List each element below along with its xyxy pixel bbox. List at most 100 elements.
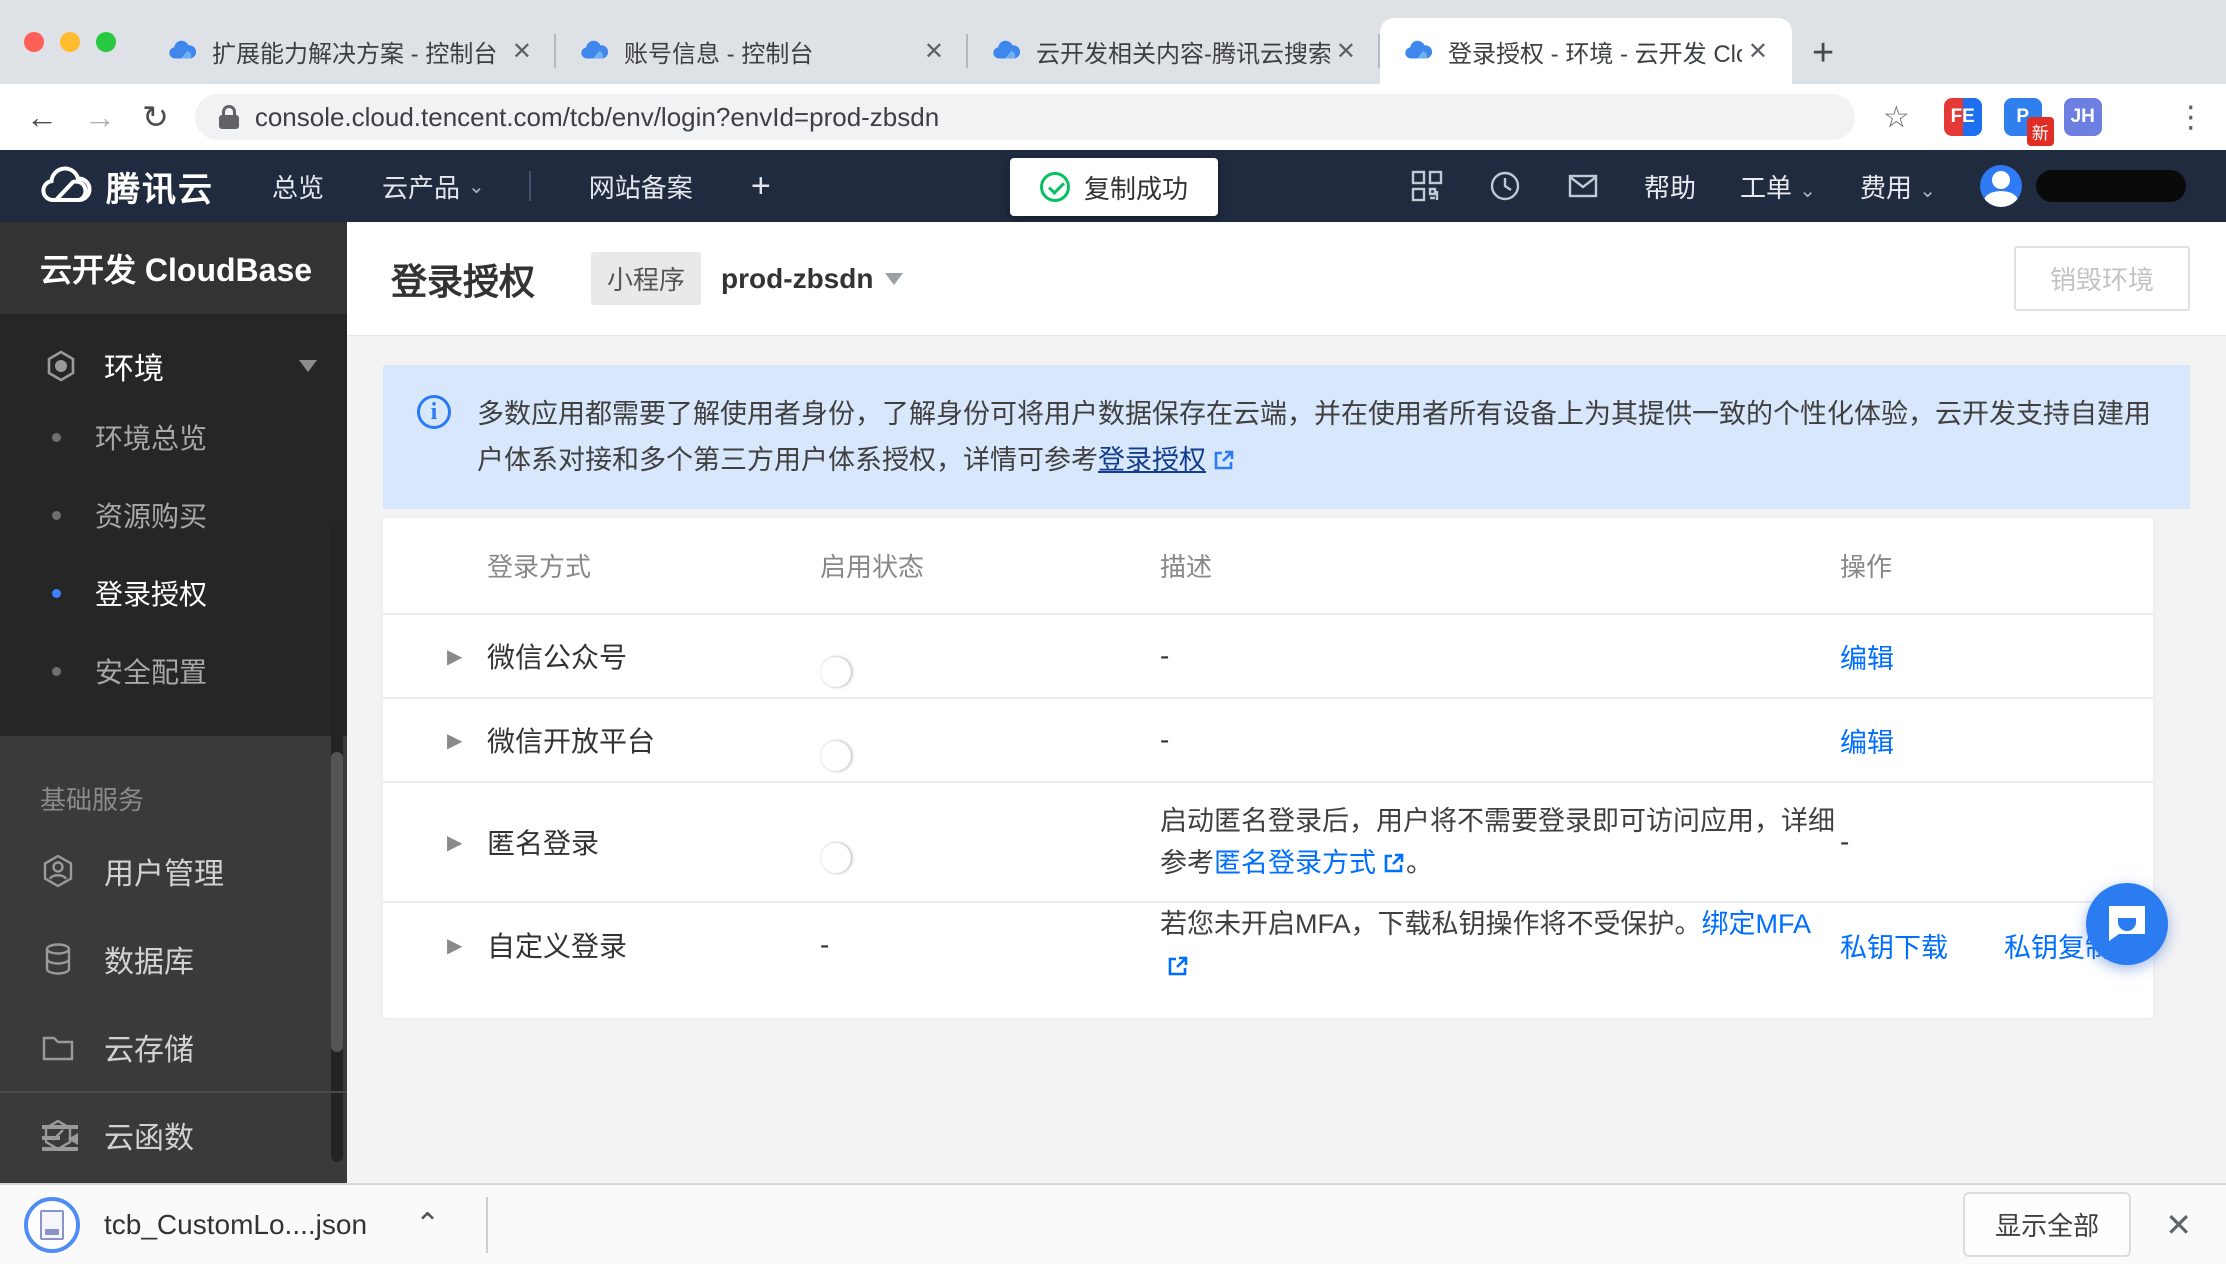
sidebar-item-env-overview[interactable]: 环境总览 — [0, 398, 347, 476]
browser-menu-icon[interactable]: ⋮ — [2176, 100, 2206, 135]
row-status-dash: - — [820, 929, 830, 960]
sidebar-product-title: 云开发 CloudBase — [0, 222, 347, 314]
tencent-cloud-favicon — [581, 40, 608, 59]
close-shelf-icon[interactable]: ✕ — [2165, 1206, 2192, 1244]
address-bar[interactable]: console.cloud.tencent.com/tcb/env/login?… — [194, 94, 1855, 140]
download-shelf: tcb_CustomLo....json ⌃ 显示全部 ✕ — [0, 1183, 2226, 1264]
row-action-dash: - — [1840, 826, 1850, 857]
user-icon — [43, 854, 73, 888]
banner-login-auth-link[interactable]: 登录授权 — [1098, 445, 1206, 475]
anonymous-login-doc-link[interactable]: 匿名登录方式 — [1214, 848, 1376, 878]
menu-products[interactable]: 云产品 ⌄ — [382, 168, 485, 205]
expand-row-icon[interactable]: ▶ — [447, 830, 487, 855]
menu-add-icon[interactable]: + — [751, 167, 771, 206]
sidebar-item-cloud-storage[interactable]: 云存储 — [0, 1003, 347, 1091]
extension-fe-icon[interactable]: FE — [1943, 98, 1982, 136]
menu-overview[interactable]: 总览 — [272, 168, 324, 205]
col-status: 启用状态 — [820, 552, 925, 582]
cloud-logo-icon — [41, 166, 92, 203]
sidebar-item-user-management[interactable]: 用户管理 — [0, 827, 347, 915]
row-description: 若您未开启MFA，下载私钥操作将不受保护。绑定MFA — [1160, 903, 1840, 987]
expand-row-icon[interactable]: ▶ — [447, 644, 487, 669]
browser-toolbar: ← → ↻ console.cloud.tencent.com/tcb/env/… — [0, 84, 2226, 150]
table-row-custom-login: ▶ 自定义登录 - 若您未开启MFA，下载私钥操作将不受保护。绑定MFA 私钥下… — [383, 901, 2153, 981]
login-method-name: 匿名登录 — [487, 828, 600, 859]
menu-icp[interactable]: 网站备案 — [589, 168, 693, 205]
nav-billing[interactable]: 费用 ⌄ — [1860, 168, 1936, 205]
reload-button[interactable]: ↻ — [142, 98, 169, 136]
tencent-cloud-logo[interactable]: 腾讯云 — [40, 162, 214, 211]
forward-button[interactable]: → — [84, 99, 116, 136]
col-description: 描述 — [1160, 552, 1213, 582]
database-icon — [45, 943, 71, 975]
bullet-dot — [52, 666, 61, 676]
clock-icon[interactable] — [1488, 169, 1522, 203]
tab-close-icon[interactable]: ✕ — [1330, 37, 1362, 66]
downloaded-filename: tcb_CustomLo....json — [104, 1208, 368, 1240]
chevron-down-icon — [885, 272, 904, 285]
folder-icon — [42, 1036, 74, 1061]
success-check-icon — [1039, 172, 1070, 202]
tencent-cloud-favicon — [1405, 40, 1432, 59]
extension-p-icon[interactable]: P新 — [2003, 98, 2054, 146]
account-avatar[interactable] — [1980, 165, 2022, 207]
tab-login-auth-active[interactable]: 登录授权 - 环境 - 云开发 CloudB ✕ — [1380, 18, 1792, 84]
tab-title: 云开发相关内容-腾讯云搜索 — [1036, 40, 1330, 68]
minimize-window-button[interactable] — [60, 32, 80, 52]
table-header-row: 登录方式 启用状态 描述 操作 — [383, 518, 2153, 613]
tab-list: 扩展能力解决方案 - 控制台 ✕ 账号信息 - 控制台 ✕ 云开发相关内容-腾讯… — [144, 0, 1792, 84]
mail-icon[interactable] — [1566, 169, 1600, 203]
tab-account-info[interactable]: 账号信息 - 控制台 ✕ — [556, 18, 968, 84]
info-icon: i — [417, 395, 451, 429]
sidebar-item-login-auth[interactable]: 登录授权 — [0, 554, 347, 632]
fullscreen-window-button[interactable] — [96, 32, 116, 52]
environment-group-panel: 环境 环境总览 资源购买 登录授权 安全配置 — [0, 314, 347, 736]
back-button[interactable]: ← — [26, 99, 58, 136]
bind-mfa-link[interactable]: 绑定MFA — [1702, 909, 1812, 939]
private-key-download-link[interactable]: 私钥下载 — [1840, 926, 1948, 965]
tab-extension-solution[interactable]: 扩展能力解决方案 - 控制台 ✕ — [144, 18, 556, 84]
sidebar-section-basic-services: 基础服务 — [40, 785, 145, 815]
edit-link[interactable]: 编辑 — [1840, 637, 1894, 676]
tab-close-icon[interactable]: ✕ — [506, 37, 538, 66]
nav-ticket[interactable]: 工单 ⌄ — [1740, 168, 1816, 205]
extension-jh-icon[interactable]: JH — [2063, 98, 2102, 136]
collapse-sidebar-icon[interactable] — [40, 1123, 80, 1153]
close-window-button[interactable] — [24, 32, 44, 52]
lock-icon[interactable] — [218, 105, 239, 129]
info-banner: i 多数应用都需要了解使用者身份，了解身份可将用户数据保存在云端，并在使用者所有… — [383, 365, 2190, 509]
console-top-nav: 腾讯云 总览 云产品 ⌄ 网站备案 + 复制成功 帮助 工单 ⌄ 费用 ⌄ — [0, 150, 2226, 222]
sidebar-group-environment[interactable]: 环境 — [0, 334, 347, 398]
tab-search-results[interactable]: 云开发相关内容-腾讯云搜索 ✕ — [968, 18, 1380, 84]
chevron-down-icon: ⌄ — [468, 175, 485, 198]
download-chevron-up-icon[interactable]: ⌃ — [415, 1207, 440, 1242]
login-method-name: 微信开放平台 — [487, 726, 656, 757]
sidebar-item-security-config[interactable]: 安全配置 — [0, 632, 347, 710]
col-actions: 操作 — [1840, 552, 1893, 582]
sidebar-item-resource-purchase[interactable]: 资源购买 — [0, 476, 347, 554]
row-description: - — [1160, 724, 1170, 755]
expand-row-icon[interactable]: ▶ — [447, 728, 487, 753]
destroy-env-button[interactable]: 销毁环境 — [2013, 246, 2190, 311]
new-tab-button[interactable]: + — [1812, 34, 1834, 72]
env-selector[interactable]: prod-zbsdn — [721, 263, 904, 295]
sidebar-footer — [0, 1091, 347, 1183]
sidebar-scrollbar[interactable] — [331, 522, 343, 1162]
macos-window-controls[interactable] — [0, 0, 144, 84]
table-row-wechat-official: ▶ 微信公众号 - 编辑 — [383, 613, 2153, 697]
row-description: - — [1160, 640, 1170, 671]
external-link-icon — [1168, 956, 1188, 976]
chevron-down-icon: ⌄ — [1799, 179, 1816, 202]
hexagon-env-icon — [47, 350, 75, 382]
expand-row-icon[interactable]: ▶ — [447, 933, 487, 958]
tab-close-icon[interactable]: ✕ — [918, 37, 950, 66]
bookmark-star-icon[interactable]: ☆ — [1883, 100, 1910, 135]
qrcode-icon[interactable] — [1410, 169, 1444, 203]
console-menu: 总览 云产品 ⌄ 网站备案 + — [214, 167, 771, 206]
tab-close-icon[interactable]: ✕ — [1742, 37, 1774, 66]
edit-link[interactable]: 编辑 — [1840, 721, 1894, 760]
sidebar-item-database[interactable]: 数据库 — [0, 915, 347, 1003]
customer-service-chat-button[interactable] — [2086, 883, 2168, 965]
show-all-downloads-button[interactable]: 显示全部 — [1963, 1192, 2132, 1257]
nav-help[interactable]: 帮助 — [1644, 168, 1696, 205]
